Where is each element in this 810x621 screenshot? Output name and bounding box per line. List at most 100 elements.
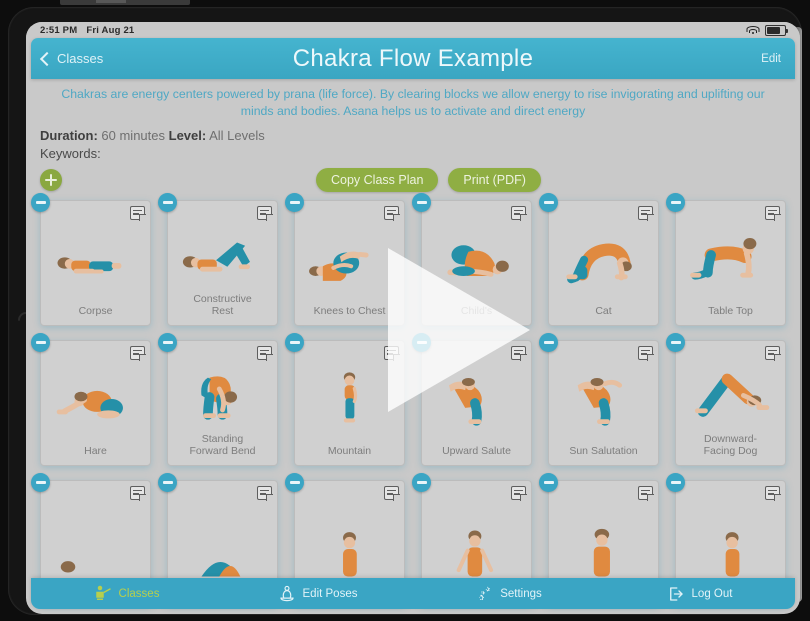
- class-action-buttons: Copy Class Plan Print (PDF): [316, 167, 541, 192]
- pose-grid: Corpse Constructive Rest Knees to Chest: [26, 192, 800, 606]
- keywords-line: Keywords:: [40, 146, 800, 161]
- note-icon[interactable]: [384, 345, 400, 361]
- note-icon[interactable]: [765, 345, 781, 361]
- pose-card[interactable]: Corpse: [31, 192, 151, 326]
- status-indicators: [746, 25, 788, 36]
- pose-card[interactable]: Table Top: [666, 192, 786, 326]
- teacher-icon: [94, 585, 112, 603]
- note-icon[interactable]: [130, 205, 146, 221]
- app-screen: 2:51 PM Fri Aug 21 Classes Chakra Flow E…: [26, 22, 800, 614]
- minus-circle-icon[interactable]: [666, 332, 685, 352]
- description-band: Chakras are energy centers powered by pr…: [26, 79, 800, 127]
- note-icon[interactable]: [257, 205, 273, 221]
- plus-icon: [45, 173, 57, 186]
- minus-circle-icon[interactable]: [158, 332, 177, 352]
- pose-card[interactable]: Standing Forward Bend: [158, 332, 278, 466]
- tab-bar: Classes Edit Poses Settings Log Out: [31, 578, 795, 609]
- note-icon[interactable]: [511, 205, 527, 221]
- add-pose-button[interactable]: [40, 168, 62, 191]
- status-date: Fri Aug 21: [86, 25, 135, 36]
- minus-circle-icon[interactable]: [31, 192, 50, 212]
- class-meta: Duration: 60 minutes Level: All Levels K…: [26, 127, 800, 161]
- minus-circle-icon[interactable]: [539, 192, 558, 212]
- note-icon[interactable]: [511, 345, 527, 361]
- tab-edit-poses[interactable]: Edit Poses: [222, 585, 413, 603]
- class-description: Chakras are energy centers powered by pr…: [61, 87, 765, 119]
- pose-card[interactable]: Cat: [539, 192, 659, 326]
- pose-name: Knees to Chest: [313, 305, 386, 318]
- note-icon[interactable]: [765, 485, 781, 501]
- device-bezel: 2:51 PM Fri Aug 21 Classes Chakra Flow E…: [8, 7, 802, 615]
- print-pdf-button[interactable]: Print (PDF): [448, 167, 541, 192]
- minus-circle-icon[interactable]: [539, 332, 558, 352]
- edit-button[interactable]: Edit: [761, 53, 781, 65]
- tab-label: Settings: [500, 587, 542, 600]
- level-label: Level:: [168, 127, 207, 143]
- pose-card[interactable]: Constructive Rest: [158, 192, 278, 326]
- note-icon[interactable]: [765, 205, 781, 221]
- minus-circle-icon[interactable]: [412, 332, 431, 352]
- device-top-notch: [96, 0, 126, 3]
- chevron-left-icon: [39, 51, 55, 66]
- pose-name: Downward- Facing Dog: [703, 432, 758, 458]
- meditation-icon: [278, 585, 296, 603]
- minus-circle-icon[interactable]: [31, 472, 50, 492]
- pose-name: Mountain: [327, 445, 372, 458]
- minus-circle-icon[interactable]: [412, 472, 431, 492]
- tab-label: Log Out: [691, 587, 733, 600]
- pose-name: Constructive Rest: [193, 292, 252, 318]
- pose-name: Corpse: [78, 305, 113, 318]
- note-icon[interactable]: [384, 205, 400, 221]
- tab-settings[interactable]: Settings: [413, 585, 604, 603]
- pose-name: Table Top: [708, 305, 753, 318]
- status-bar: 2:51 PM Fri Aug 21: [26, 22, 800, 38]
- duration-level-line: Duration: 60 minutes Level: All Levels: [40, 128, 800, 143]
- note-icon[interactable]: [511, 485, 527, 501]
- minus-circle-icon[interactable]: [285, 192, 304, 212]
- minus-circle-icon[interactable]: [158, 192, 177, 212]
- note-icon[interactable]: [130, 345, 146, 361]
- note-icon[interactable]: [638, 345, 654, 361]
- pose-card[interactable]: Downward- Facing Dog: [666, 332, 786, 466]
- minus-circle-icon[interactable]: [31, 332, 50, 352]
- note-icon[interactable]: [638, 485, 654, 501]
- minus-circle-icon[interactable]: [158, 472, 177, 492]
- pose-name: Sun Salutation: [569, 445, 638, 458]
- pose-card[interactable]: Child's: [412, 192, 532, 326]
- minus-circle-icon[interactable]: [539, 472, 558, 492]
- back-to-classes-button[interactable]: Classes: [39, 51, 104, 66]
- minus-circle-icon[interactable]: [285, 332, 304, 352]
- status-time: 2:51 PM: [40, 25, 78, 36]
- action-row: Copy Class Plan Print (PDF): [26, 161, 800, 196]
- pose-name: Child's: [460, 305, 493, 318]
- tab-classes[interactable]: Classes: [31, 585, 222, 603]
- tab-label: Edit Poses: [302, 587, 358, 600]
- pose-card[interactable]: Mountain: [285, 332, 405, 466]
- pose-card[interactable]: Hare: [31, 332, 151, 466]
- tab-log-out[interactable]: Log Out: [604, 585, 795, 603]
- duration-value: 60 minutes: [101, 127, 165, 143]
- minus-circle-icon[interactable]: [666, 472, 685, 492]
- logout-icon: [667, 585, 685, 603]
- note-icon[interactable]: [257, 485, 273, 501]
- pose-name: Upward Salute: [442, 445, 511, 458]
- back-button-label: Classes: [57, 51, 104, 66]
- page-title: Chakra Flow Example: [292, 44, 534, 72]
- pose-card[interactable]: Knees to Chest: [285, 192, 405, 326]
- device-frame: 2:51 PM Fri Aug 21 Classes Chakra Flow E…: [0, 0, 810, 621]
- pose-card[interactable]: Upward Salute: [412, 332, 532, 466]
- nav-header: Classes Chakra Flow Example Edit: [31, 38, 795, 79]
- copy-class-plan-button[interactable]: Copy Class Plan: [316, 167, 439, 192]
- duration-label: Duration:: [40, 127, 98, 143]
- note-icon[interactable]: [384, 485, 400, 501]
- keywords-label: Keywords:: [40, 145, 101, 161]
- note-icon[interactable]: [257, 345, 273, 361]
- pose-name: Cat: [595, 305, 612, 318]
- note-icon[interactable]: [130, 485, 146, 501]
- minus-circle-icon[interactable]: [285, 472, 304, 492]
- minus-circle-icon[interactable]: [412, 192, 431, 212]
- pose-card[interactable]: Sun Salutation: [539, 332, 659, 466]
- level-value: All Levels: [209, 127, 265, 143]
- note-icon[interactable]: [638, 205, 654, 221]
- minus-circle-icon[interactable]: [666, 192, 685, 212]
